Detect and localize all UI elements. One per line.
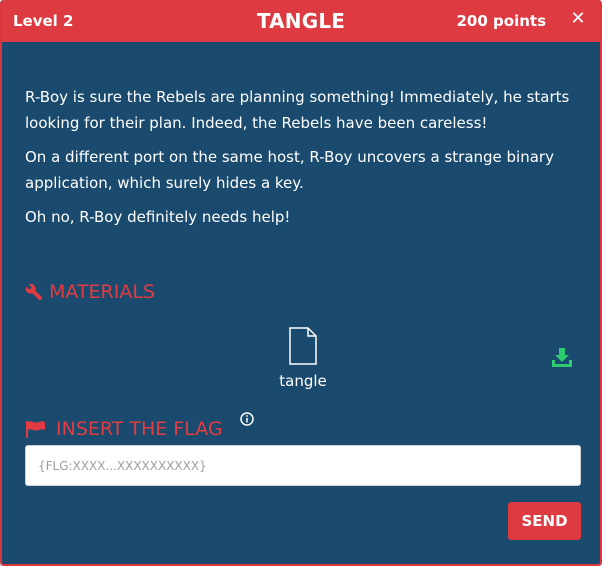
description-paragraph: On a different port on the same host, R-… [25,148,554,192]
file-name: tangle [279,372,327,390]
flag-heading-label: INSERT THE FLAG [56,418,223,440]
wrench-icon [25,283,43,301]
material-file[interactable]: tangle [272,327,334,390]
download-icon[interactable] [551,348,573,368]
challenge-modal: Level 2 TANGLE 200 points ✕ R-Boy is sur… [0,0,602,566]
file-icon [289,327,317,365]
info-icon[interactable] [240,412,254,426]
materials-heading-label: MATERIALS [49,281,155,303]
points-label: 200 points [456,12,547,30]
description-paragraph: Oh no, R-Boy definitely needs help! [25,208,291,226]
flag-icon [26,421,45,438]
modal-header: Level 2 TANGLE 200 points ✕ [2,0,600,42]
close-icon[interactable]: ✕ [567,8,589,30]
description-paragraph: R-Boy is sure the Rebels are planning so… [25,88,570,132]
challenge-description: R-Boy is sure the Rebels are planning so… [25,84,575,238]
send-button[interactable]: SEND [508,502,581,540]
materials-heading: MATERIALS [25,281,155,303]
flag-input[interactable] [25,445,581,486]
flag-heading: INSERT THE FLAG [25,418,223,440]
